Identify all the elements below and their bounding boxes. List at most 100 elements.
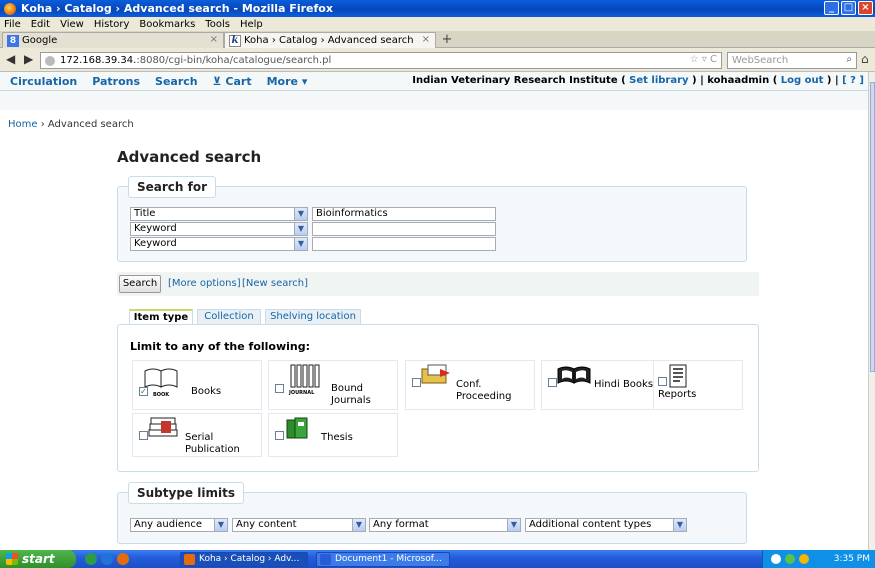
- browser-tab-koha[interactable]: k Koha › Catalog › Advanced search ×: [224, 32, 436, 48]
- index-select-3[interactable]: Keyword ▼: [130, 237, 308, 251]
- websearch-placeholder: WebSearch: [732, 55, 789, 66]
- library-bar: Indian Veterinary Research Institute ( S…: [412, 75, 864, 86]
- search-icon[interactable]: ⌕: [846, 54, 852, 65]
- minimize-button[interactable]: _: [824, 1, 839, 15]
- nav-more[interactable]: More ▾: [267, 75, 308, 88]
- menu-tools[interactable]: Tools: [205, 19, 230, 30]
- search-button[interactable]: Search: [119, 275, 161, 293]
- dropdown-arrow-icon: ▼: [673, 519, 686, 531]
- limit-title: Limit to any of the following:: [130, 340, 311, 353]
- reports-label: Reports: [658, 389, 697, 400]
- tray-icon[interactable]: [771, 554, 781, 564]
- breadcrumb-current: Advanced search: [47, 119, 134, 130]
- item-type-hindi-books: Hindi Books: [541, 360, 671, 410]
- books-label: Books: [191, 386, 222, 397]
- start-button[interactable]: start: [0, 550, 76, 568]
- maximize-button[interactable]: □: [841, 1, 856, 15]
- close-tab-icon[interactable]: ×: [422, 34, 430, 45]
- thesis-checkbox[interactable]: [275, 431, 284, 440]
- breadcrumb-separator: ›: [37, 119, 48, 130]
- help-link[interactable]: [ ? ]: [842, 75, 864, 86]
- taskbar-item-firefox[interactable]: Koha › Catalog › Adv...: [180, 552, 308, 567]
- nav-cart[interactable]: ⊻ Cart: [213, 75, 252, 88]
- url-host: 172.168.39.34.: [60, 55, 137, 66]
- bookmark-star-icon[interactable]: ☆ ▿ C: [690, 54, 717, 65]
- item-type-thesis: Thesis: [268, 413, 398, 457]
- menu-history[interactable]: History: [94, 19, 130, 30]
- network-icon[interactable]: [785, 554, 795, 564]
- tab-shelving-location[interactable]: Shelving location: [265, 309, 361, 325]
- breadcrumb-home[interactable]: Home: [8, 119, 38, 130]
- search-term-input-2[interactable]: [312, 222, 496, 236]
- google-icon: 8: [7, 34, 19, 47]
- back-icon[interactable]: ◀: [6, 52, 15, 66]
- close-window-button[interactable]: ×: [858, 1, 873, 15]
- firefox-launch-icon[interactable]: [117, 553, 129, 565]
- tab-item-type[interactable]: Item type: [129, 309, 193, 325]
- task-label: Koha › Catalog › Adv...: [199, 554, 300, 564]
- content-select[interactable]: Any content ▼: [232, 518, 366, 532]
- window-title-bar: Koha › Catalog › Advanced search - Mozil…: [0, 0, 875, 17]
- url-bar[interactable]: 172.168.39.34. :8080/cgi-bin/koha/catalo…: [40, 52, 722, 69]
- conf-proceeding-label: Conf. Proceeding: [456, 379, 512, 402]
- content-select-value: Any content: [236, 519, 297, 530]
- koha-icon: k: [229, 34, 241, 47]
- library-name: Indian Veterinary Research Institute: [412, 75, 618, 86]
- search-term-input-3[interactable]: [312, 237, 496, 251]
- menu-bookmarks[interactable]: Bookmarks: [139, 19, 195, 30]
- search-term-input-1[interactable]: Bioinformatics: [312, 207, 496, 221]
- username: kohaadmin: [707, 75, 770, 86]
- windows-logo-icon: [6, 553, 18, 565]
- window-title: Koha › Catalog › Advanced search - Mozil…: [21, 2, 333, 15]
- audience-select[interactable]: Any audience ▼: [130, 518, 228, 532]
- index-select-2[interactable]: Keyword ▼: [130, 222, 308, 236]
- menu-help[interactable]: Help: [240, 19, 263, 30]
- tab-label: Google: [22, 35, 58, 46]
- reports-checkbox[interactable]: [658, 377, 667, 386]
- dropdown-arrow-icon: ▼: [507, 519, 520, 531]
- scrollbar-thumb[interactable]: [870, 82, 875, 372]
- subtype-limits-legend: Subtype limits: [128, 482, 244, 504]
- index-select-1[interactable]: Title ▼: [130, 207, 308, 221]
- dropdown-arrow-icon: ▼: [352, 519, 365, 531]
- task-label: Document1 - Microsof...: [335, 554, 442, 564]
- taskbar-item-word[interactable]: Document1 - Microsof...: [316, 552, 450, 567]
- thesis-label: Thesis: [321, 432, 353, 443]
- more-options-link[interactable]: [More options]: [168, 278, 241, 289]
- books-checkbox[interactable]: ✓: [139, 387, 148, 396]
- nav-circulation[interactable]: Circulation: [10, 75, 77, 88]
- nav-search[interactable]: Search: [155, 75, 198, 88]
- format-select[interactable]: Any format ▼: [369, 518, 521, 532]
- set-library-link[interactable]: Set library: [629, 75, 688, 86]
- page-scrollbar[interactable]: [868, 72, 875, 550]
- websearch-box[interactable]: WebSearch ⌕: [727, 52, 857, 69]
- search-for-legend: Search for: [128, 176, 217, 198]
- item-type-reports: Reports: [653, 360, 743, 410]
- tab-collection[interactable]: Collection: [197, 309, 261, 325]
- dropdown-arrow-icon: ▼: [294, 238, 307, 250]
- new-tab-button[interactable]: +: [438, 32, 456, 48]
- new-search-link[interactable]: [New search]: [242, 278, 308, 289]
- item-type-conf-proceeding: Conf. Proceeding: [405, 360, 535, 410]
- forward-icon[interactable]: ▶: [24, 52, 33, 66]
- browser-tab-google[interactable]: 8 Google ×: [2, 32, 224, 48]
- chevron-down-icon: ▾: [301, 74, 308, 88]
- nav-patrons[interactable]: Patrons: [92, 75, 140, 88]
- tray-icon[interactable]: [799, 554, 809, 564]
- menu-edit[interactable]: Edit: [31, 19, 50, 30]
- additional-content-select[interactable]: Additional content types ▼: [525, 518, 687, 532]
- item-type-books: ✓ BOOK Books: [132, 360, 262, 410]
- browser-tab-strip: 8 Google × k Koha › Catalog › Advanced s…: [0, 31, 875, 48]
- logout-link[interactable]: Log out: [781, 75, 824, 86]
- close-tab-icon[interactable]: ×: [210, 34, 218, 45]
- firefox-icon: [4, 2, 16, 15]
- menu-file[interactable]: File: [4, 19, 21, 30]
- home-icon[interactable]: ⌂: [861, 52, 869, 66]
- url-path: :8080/cgi-bin/koha/catalogue/search.pl: [136, 55, 332, 66]
- quick-launch-icon[interactable]: [85, 553, 97, 565]
- dropdown-arrow-icon: ▼: [294, 223, 307, 235]
- ie-icon[interactable]: [101, 553, 113, 565]
- index-select-value: Keyword: [134, 238, 177, 249]
- nav-cart-label: Cart: [225, 74, 252, 88]
- menu-view[interactable]: View: [60, 19, 84, 30]
